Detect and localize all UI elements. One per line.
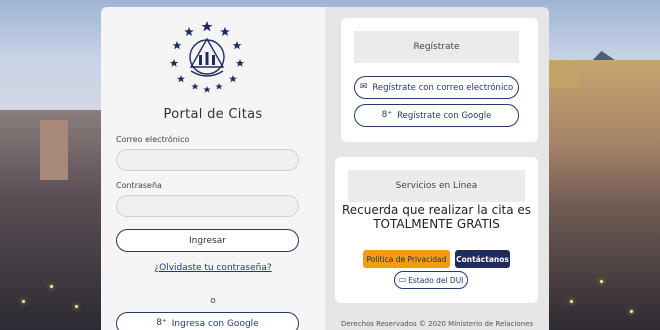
city-light — [75, 305, 78, 308]
register-google-button[interactable]: 8⁺ Regístrate con Google — [354, 104, 519, 127]
register-email-button[interactable]: ✉ Regístrate con correo electrónico — [354, 76, 519, 99]
dui-status-button[interactable]: ▭ Estado del DUI — [394, 271, 468, 289]
id-card-icon: ▭ — [398, 275, 407, 284]
email-label: Correo electrónico — [116, 135, 190, 144]
login-button-label: Ingresar — [188, 235, 226, 246]
register-panel: Regístrate ✉ Regístrate con correo elect… — [341, 18, 538, 142]
city-light — [600, 280, 603, 283]
city-light — [630, 310, 633, 313]
background-dome — [546, 60, 580, 88]
free-message-line1: Recuerda que realizar la cita es — [341, 203, 532, 217]
free-message-line2: TOTALMENTE GRATIS — [373, 217, 500, 231]
footer-copyright: Derechos Reservados © 2020 Ministerio de… — [341, 320, 534, 328]
services-heading: Servicios en Línea — [348, 170, 525, 202]
register-google-label: Regístrate con Google — [397, 110, 492, 121]
register-email-label: Regístrate con correo electrónico — [372, 82, 514, 93]
google-g-icon: 8⁺ — [381, 110, 393, 120]
email-field[interactable] — [116, 149, 299, 171]
background-city-right — [548, 60, 660, 330]
dui-status-label: Estado del DUI — [408, 275, 464, 285]
google-login-label: Ingresa con Google — [171, 318, 259, 329]
login-card: Portal de Citas Correo electrónico Contr… — [101, 7, 325, 330]
register-heading: Regístrate — [354, 31, 519, 63]
city-light — [50, 285, 53, 288]
forgot-password-link[interactable]: ¿Olvidaste tu contraseña? — [101, 263, 325, 273]
city-light — [22, 300, 25, 303]
google-g-icon: 8⁺ — [156, 318, 167, 328]
services-heading-text: Servicios en Línea — [395, 181, 478, 191]
password-label: Contraseña — [116, 181, 162, 190]
envelope-icon: ✉ — [359, 82, 368, 92]
login-button[interactable]: Ingresar — [116, 229, 299, 252]
portal-title: Portal de Citas — [163, 107, 263, 122]
services-panel: Servicios en Línea Recuerda que realizar… — [335, 157, 538, 303]
or-separator: o — [210, 296, 216, 306]
contact-button[interactable]: Contáctanos — [455, 250, 510, 268]
background-building — [40, 120, 68, 180]
register-heading-text: Regístrate — [413, 42, 460, 52]
privacy-policy-button[interactable]: Política de Privacidad — [363, 250, 450, 268]
contact-label: Contáctanos — [456, 254, 509, 264]
city-light — [570, 300, 573, 303]
password-field[interactable] — [116, 195, 299, 217]
google-login-button[interactable]: 8⁺ Ingresa con Google — [116, 312, 299, 330]
coat-of-arms-icon — [169, 21, 245, 93]
privacy-policy-label: Política de Privacidad — [366, 254, 447, 264]
